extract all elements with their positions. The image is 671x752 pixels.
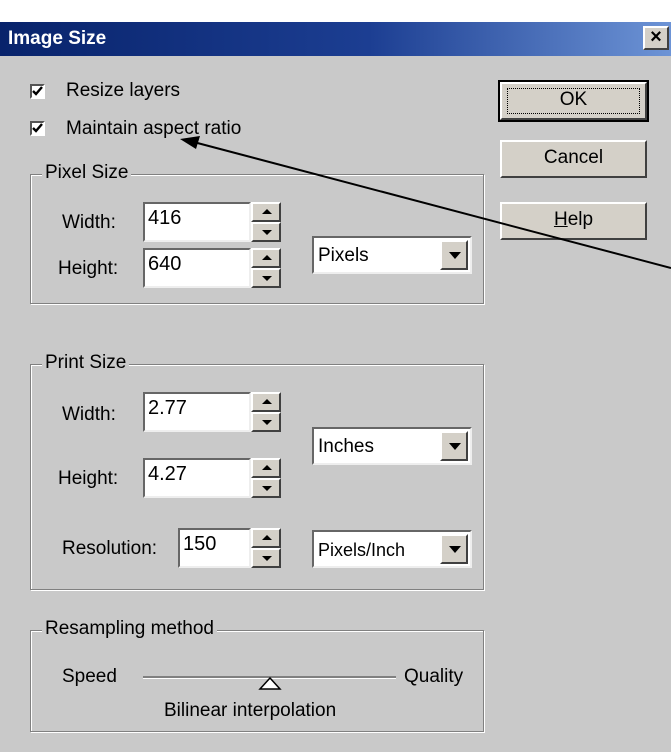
annotation-arrow	[180, 136, 671, 269]
